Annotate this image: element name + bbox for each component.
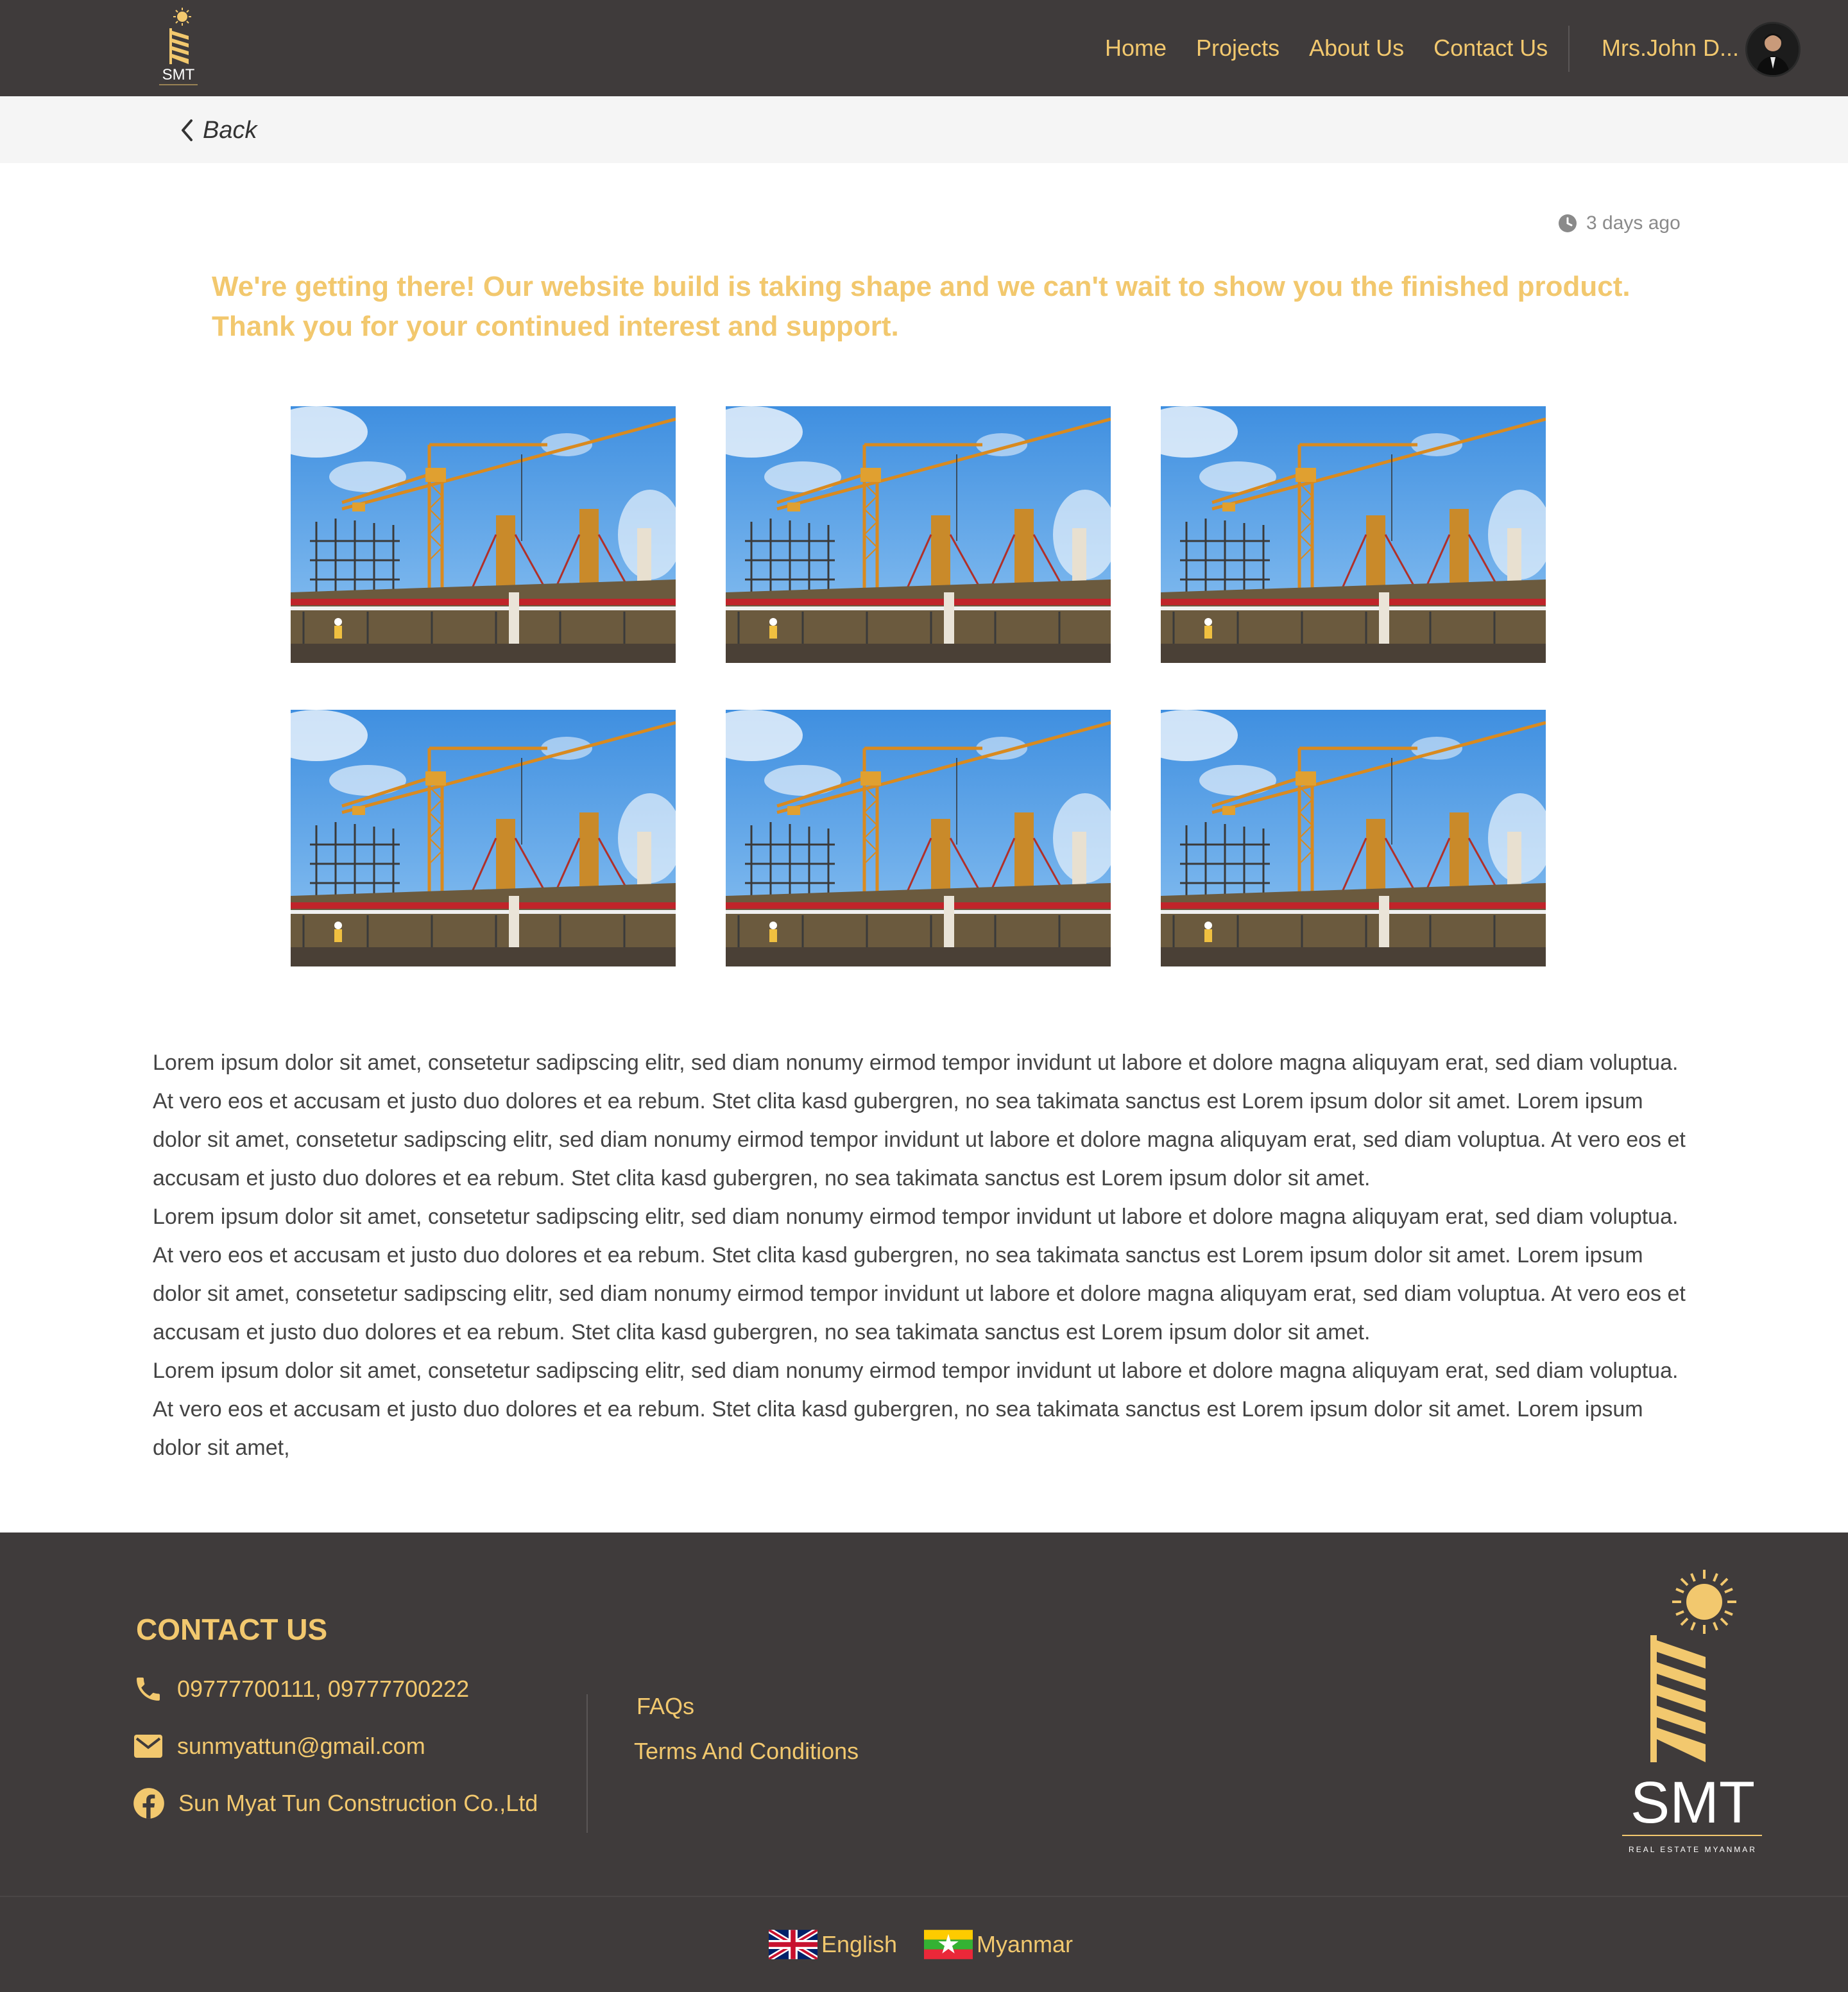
project-photo-4[interactable] [291, 710, 676, 966]
project-photo-1[interactable] [291, 406, 676, 663]
nav-link-about-us[interactable]: About Us [1309, 35, 1404, 62]
body-paragraph-1: Lorem ipsum dolor sit amet, consetetur s… [153, 1051, 1686, 1190]
footer-divider [586, 1694, 588, 1833]
headline-line-1: We're getting there! Our website build i… [212, 271, 1630, 302]
headline-line-2: Thank you for your continued interest an… [212, 311, 899, 342]
footer-logo-tagline: REAL ESTATE MYANMAR [1629, 1845, 1757, 1854]
project-photo-2[interactable] [726, 406, 1111, 663]
language-english-label: English [821, 1931, 898, 1957]
clock-icon [1559, 214, 1577, 232]
post-body: Lorem ipsum dolor sit amet, consetetur s… [153, 1043, 1693, 1467]
top-navbar: SMT Home Projects About Us Contact Us Mr… [0, 0, 1848, 96]
contact-phone[interactable]: 09777700111, 09777700222 [132, 1674, 469, 1704]
footer-link-faqs[interactable]: FAQs [637, 1693, 694, 1720]
logo-text: SMT [162, 66, 195, 83]
user-name: Mrs.John D... [1602, 35, 1740, 61]
language-myanmar-label: Myanmar [977, 1931, 1074, 1957]
language-english[interactable]: English [769, 1925, 897, 1964]
nav-divider [1568, 26, 1570, 72]
footer: CONTACT US 09777700111, 09777700222 sunm… [0, 1533, 1848, 1896]
back-bar: Back [0, 96, 1848, 163]
contact-email[interactable]: sunmyattun@gmail.com [132, 1733, 425, 1760]
language-bar: English Myanmar [0, 1896, 1848, 1992]
contact-title: CONTACT US [136, 1613, 328, 1646]
chevron-left-icon [182, 119, 193, 141]
facebook-icon [133, 1788, 164, 1819]
nav-link-projects[interactable]: Projects [1196, 35, 1279, 62]
avatar[interactable] [1745, 22, 1801, 77]
back-label: Back [203, 116, 257, 144]
phone-icon [137, 1678, 160, 1701]
post-headline: We're getting there! Our website build i… [212, 267, 1688, 347]
timestamp-text: 3 days ago [1586, 212, 1681, 234]
user-menu[interactable]: Mrs.John D... [1602, 0, 1739, 96]
mail-icon [134, 1735, 162, 1758]
project-photo-3[interactable] [1161, 406, 1546, 663]
project-photo-5[interactable] [726, 710, 1111, 966]
contact-facebook[interactable]: Sun Myat Tun Construction Co.,Ltd [132, 1787, 538, 1820]
body-paragraph-2: Lorem ipsum dolor sit amet, consetetur s… [153, 1205, 1686, 1344]
facebook-text: Sun Myat Tun Construction Co.,Ltd [178, 1790, 538, 1816]
myanmar-flag-icon [924, 1930, 973, 1959]
smt-logo[interactable]: SMT [153, 5, 204, 91]
project-photo-6[interactable] [1161, 710, 1546, 966]
body-paragraph-3: Lorem ipsum dolor sit amet, consetetur s… [153, 1359, 1679, 1460]
post-timestamp: 3 days ago [1558, 208, 1681, 239]
nav-links: Home Projects About Us Contact Us [1105, 0, 1577, 96]
uk-flag-icon [769, 1930, 817, 1959]
footer-smt-logo: SMT REAL ESTATE MYANMAR [1617, 1566, 1771, 1861]
nav-link-contact-us[interactable]: Contact Us [1433, 35, 1548, 62]
language-myanmar[interactable]: Myanmar [924, 1925, 1073, 1964]
email-text: sunmyattun@gmail.com [177, 1733, 425, 1759]
nav-link-home[interactable]: Home [1105, 35, 1167, 62]
back-button[interactable]: Back [180, 114, 257, 146]
footer-link-terms[interactable]: Terms And Conditions [634, 1738, 859, 1765]
footer-logo-text: SMT [1630, 1770, 1755, 1835]
phone-text: 09777700111, 09777700222 [177, 1676, 470, 1702]
